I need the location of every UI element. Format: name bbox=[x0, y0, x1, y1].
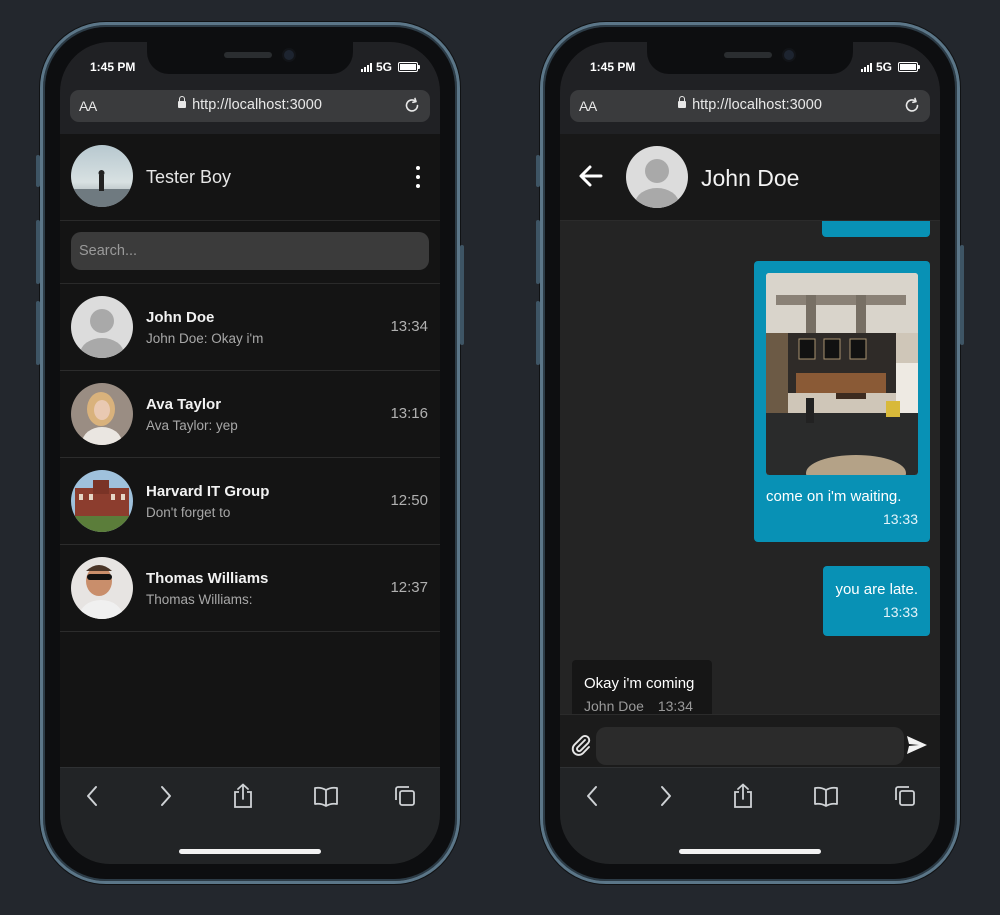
chat-item-thomas-williams[interactable]: Thomas Williams Thomas Williams: 12:37 bbox=[60, 545, 440, 632]
message-text: come on i'm waiting. bbox=[766, 488, 902, 505]
volume-up-button bbox=[36, 220, 40, 284]
volume-down-button bbox=[536, 301, 540, 365]
contact-name: John Doe bbox=[701, 165, 800, 191]
chat-avatar bbox=[71, 296, 133, 358]
home-indicator[interactable] bbox=[179, 849, 321, 854]
profile-header: Tester Boy bbox=[60, 134, 440, 221]
network-type: 5G bbox=[375, 60, 392, 74]
chat-item-ava-taylor[interactable]: Ava Taylor Ava Taylor: yep 13:16 bbox=[60, 371, 440, 458]
chat-time: 12:50 bbox=[390, 492, 428, 509]
search-input[interactable] bbox=[71, 232, 429, 270]
power-button bbox=[460, 245, 464, 345]
mute-switch bbox=[36, 155, 40, 187]
browser-toolbar: AA http://localhost:3000 bbox=[60, 86, 440, 134]
chevron-left-icon[interactable] bbox=[578, 782, 606, 810]
chat-time: 13:16 bbox=[390, 405, 428, 422]
signal-icon bbox=[860, 62, 872, 72]
kebab-menu-icon[interactable] bbox=[414, 166, 422, 188]
profile-name: Tester Boy bbox=[146, 167, 232, 187]
volume-up-button bbox=[536, 220, 540, 284]
chat-avatar bbox=[71, 470, 133, 532]
status-time: 1:45 PM bbox=[90, 60, 136, 74]
tabs-icon[interactable] bbox=[891, 782, 919, 810]
chat-avatar bbox=[71, 383, 133, 445]
back-arrow-icon[interactable] bbox=[578, 164, 604, 193]
chat-time: 12:37 bbox=[390, 579, 428, 596]
message-bubble[interactable]: you are late. 13:33 bbox=[823, 566, 930, 636]
home-indicator[interactable] bbox=[679, 849, 821, 854]
url-text: http://localhost:3000 bbox=[192, 97, 322, 113]
tabs-icon[interactable] bbox=[391, 782, 419, 810]
chat-preview: Ava Taylor: yep bbox=[146, 418, 238, 433]
conversation-header: John Doe bbox=[560, 134, 940, 221]
message-time: 13:34 bbox=[657, 698, 693, 714]
send-icon[interactable] bbox=[906, 735, 928, 760]
message-text: Okay i'm coming bbox=[584, 675, 695, 692]
notch bbox=[147, 42, 353, 74]
battery-icon bbox=[898, 62, 920, 72]
book-icon[interactable] bbox=[312, 782, 340, 810]
notch bbox=[647, 42, 853, 74]
message-sender: John Doe bbox=[584, 698, 644, 714]
message-meta: John Doe 13:34 bbox=[584, 698, 693, 714]
message-time: 13:33 bbox=[882, 511, 918, 527]
message-bubble-incoming[interactable]: Okay i'm coming John Doe 13:34 bbox=[572, 660, 712, 715]
lock-icon bbox=[178, 96, 187, 108]
status-time: 1:45 PM bbox=[590, 60, 636, 74]
network-type: 5G bbox=[875, 60, 892, 74]
phone-chat-list: 1:45 PM 5G AA http://localhost:3000 Test… bbox=[36, 22, 464, 884]
url-text: http://localhost:3000 bbox=[692, 97, 822, 113]
signal-icon bbox=[360, 62, 372, 72]
message-composer bbox=[560, 714, 940, 768]
safari-bottom-toolbar bbox=[60, 767, 440, 864]
safari-bottom-toolbar bbox=[560, 767, 940, 864]
paperclip-icon[interactable] bbox=[570, 733, 592, 762]
message-bubble-partial bbox=[822, 221, 930, 237]
chat-name: Ava Taylor bbox=[146, 396, 222, 413]
chat-list: John Doe John Doe: Okay i'm 13:34 Ava Ta… bbox=[60, 284, 440, 632]
browser-toolbar: AA http://localhost:3000 bbox=[560, 86, 940, 134]
search-section bbox=[60, 221, 440, 284]
book-icon[interactable] bbox=[812, 782, 840, 810]
message-text: you are late. bbox=[835, 581, 918, 598]
message-bubble-image[interactable]: come on i'm waiting. 13:33 bbox=[754, 261, 930, 542]
chat-name: John Doe bbox=[146, 309, 215, 326]
screen: 1:45 PM 5G AA http://localhost:3000 bbox=[60, 42, 440, 864]
reload-icon[interactable] bbox=[402, 96, 422, 120]
battery-icon bbox=[398, 62, 420, 72]
reload-icon[interactable] bbox=[902, 96, 922, 120]
share-icon[interactable] bbox=[229, 782, 257, 810]
lock-icon bbox=[678, 96, 687, 108]
chevron-left-icon[interactable] bbox=[78, 782, 106, 810]
message-list[interactable]: come on i'm waiting. 13:33 you are late.… bbox=[560, 221, 940, 715]
message-time: 13:33 bbox=[882, 604, 918, 620]
chat-preview: Thomas Williams: bbox=[146, 592, 253, 607]
volume-down-button bbox=[36, 301, 40, 365]
chevron-right-icon[interactable] bbox=[652, 782, 680, 810]
chat-item-harvard-it-group[interactable]: Harvard IT Group Don't forget to 12:50 bbox=[60, 458, 440, 545]
chat-name: Thomas Williams bbox=[146, 570, 269, 587]
chat-item-john-doe[interactable]: John Doe John Doe: Okay i'm 13:34 bbox=[60, 284, 440, 371]
address-bar[interactable]: AA http://localhost:3000 bbox=[70, 90, 430, 122]
screen: 1:45 PM 5G AA http://localhost:3000 bbox=[560, 42, 940, 864]
contact-avatar[interactable] bbox=[626, 146, 688, 208]
message-input[interactable] bbox=[596, 727, 904, 765]
share-icon[interactable] bbox=[729, 782, 757, 810]
chat-time: 13:34 bbox=[390, 318, 428, 335]
mute-switch bbox=[536, 155, 540, 187]
profile-avatar[interactable] bbox=[71, 145, 133, 207]
power-button bbox=[960, 245, 964, 345]
phone-conversation: 1:45 PM 5G AA http://localhost:3000 John… bbox=[536, 22, 964, 884]
chat-name: Harvard IT Group bbox=[146, 483, 270, 500]
address-bar[interactable]: AA http://localhost:3000 bbox=[570, 90, 930, 122]
chat-avatar bbox=[71, 557, 133, 619]
chat-preview: Don't forget to bbox=[146, 505, 231, 520]
message-image[interactable] bbox=[766, 273, 918, 475]
chevron-right-icon[interactable] bbox=[152, 782, 180, 810]
chat-preview: John Doe: Okay i'm bbox=[146, 331, 264, 346]
